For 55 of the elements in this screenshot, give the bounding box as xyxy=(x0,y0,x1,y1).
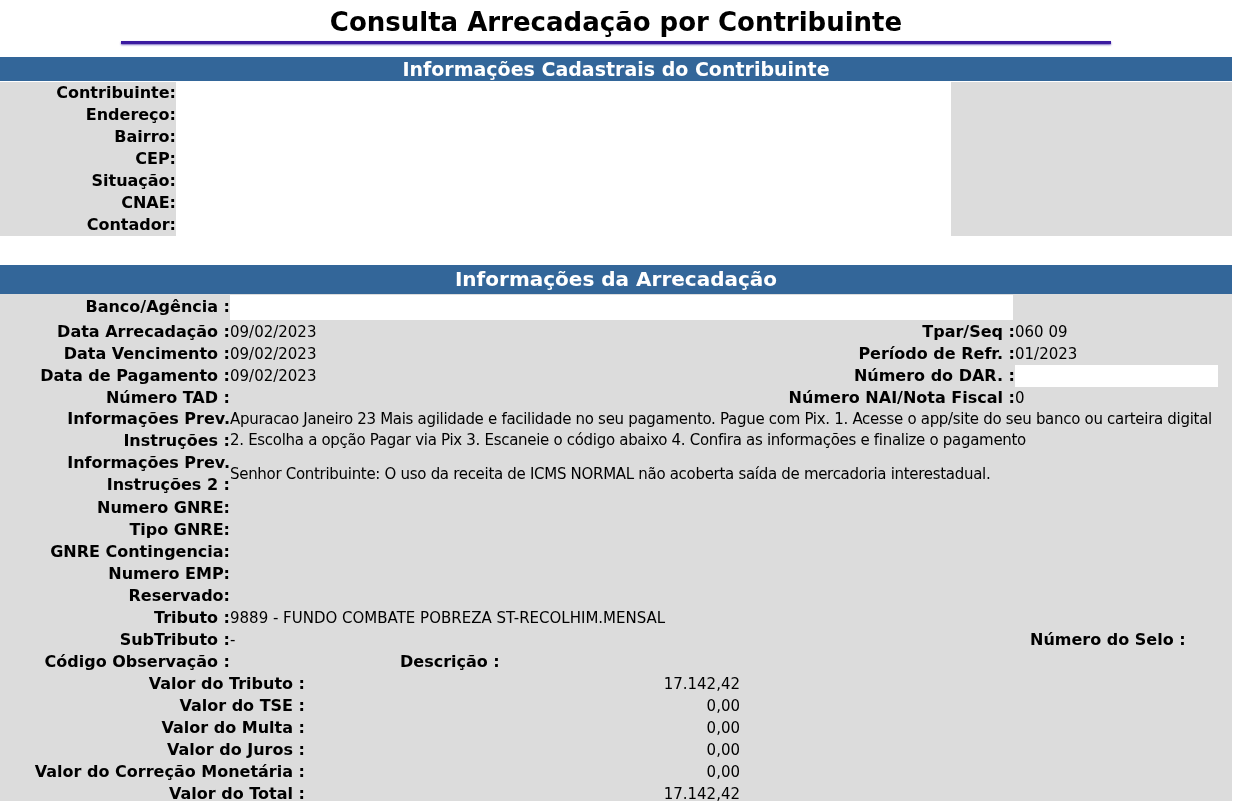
field-value: 9889 - FUNDO COMBATE POBREZA ST-RECOLHIM.MENSAL xyxy=(230,607,666,629)
field-label: Período de Refr. : xyxy=(858,343,1015,365)
field-label: Endereço: xyxy=(85,104,176,126)
field-label: GNRE Contingencia: xyxy=(50,541,230,563)
field-label: Valor do Juros : xyxy=(167,739,305,761)
page-title: Consulta Arrecadação por Contribuinte xyxy=(329,6,903,39)
field-label: Banco/Agência : xyxy=(85,296,230,318)
field-value: Apuracao Janeiro 23 Mais agilidade e facilidade no seu pagamento. Pague com Pix. 1. Acesse o app/site do seu banco ou carteira digital 2. Escolha a opção Pagar via Pix 3. Escaneie o código abaixo 4. Confira as informações e finalize o pagamento xyxy=(230,409,1213,451)
field-label: Tributo : xyxy=(154,607,230,629)
field-label: SubTributo : xyxy=(119,629,230,651)
field-label: Informações Prev. xyxy=(67,452,230,474)
field-value: 09/02/2023 xyxy=(230,365,317,387)
field-value: - xyxy=(230,629,236,651)
field-value: 0,00 xyxy=(706,695,740,717)
field-label: CNAE: xyxy=(121,192,176,214)
field-value: 0,00 xyxy=(706,717,740,739)
field-label: CEP: xyxy=(135,148,176,170)
field-label: Valor do Multa : xyxy=(161,717,305,739)
field-value: 17.142,42 xyxy=(663,783,740,801)
field-value: 09/02/2023 xyxy=(230,343,317,365)
field-value: 09/02/2023 xyxy=(230,321,317,343)
section-header: Informações Cadastrais do Contribuinte xyxy=(0,57,1232,81)
field-label: Reservado: xyxy=(128,585,230,607)
field-label: Instruções 2 : xyxy=(106,474,230,496)
field-label: Número NAI/Nota Fiscal : xyxy=(788,387,1015,409)
field-label: Número TAD : xyxy=(105,387,230,409)
field-label: Contribuinte: xyxy=(56,82,176,104)
field-value: 0,00 xyxy=(706,761,740,783)
field-label: Tipo GNRE: xyxy=(129,519,230,541)
field-label: Valor do Correção Monetária : xyxy=(34,761,305,783)
field-label: Numero EMP: xyxy=(108,563,230,585)
field-label: Data Vencimento : xyxy=(63,343,230,365)
field-value: 01/2023 xyxy=(1015,343,1078,365)
field-label: Bairro: xyxy=(114,126,176,148)
field-value: 17.142,42 xyxy=(663,673,740,695)
field-label: Valor do Total : xyxy=(169,783,305,801)
field-label: Data de Pagamento : xyxy=(40,365,230,387)
field-label: Numero GNRE: xyxy=(97,497,230,519)
field-label: Descrição : xyxy=(400,652,500,671)
field-label: Contador: xyxy=(86,214,176,236)
field-label: Informações Prev. xyxy=(67,408,230,430)
field-value: 0,00 xyxy=(706,739,740,761)
field-value: 060 09 xyxy=(1015,321,1068,343)
section-header: Informações da Arrecadação xyxy=(0,265,1232,294)
field-label: Número do DAR. : xyxy=(853,365,1015,387)
field-label: Código Observação : xyxy=(44,651,230,673)
field-label: Situação: xyxy=(91,170,176,192)
field-label: Instruções : xyxy=(123,430,230,452)
field-value: 0 xyxy=(1015,387,1025,409)
field-label: Data Arrecadação : xyxy=(57,321,230,343)
field-label: Tpar/Seq : xyxy=(922,321,1015,343)
field-label: Valor do Tributo : xyxy=(148,673,305,695)
field-value: Senhor Contribuinte: O uso da receita de ICMS NORMAL não acoberta saída de mercadoria interestadual. xyxy=(230,463,992,485)
field-label: Valor do TSE : xyxy=(179,695,305,717)
field-label: Número do Selo : xyxy=(1030,630,1186,649)
